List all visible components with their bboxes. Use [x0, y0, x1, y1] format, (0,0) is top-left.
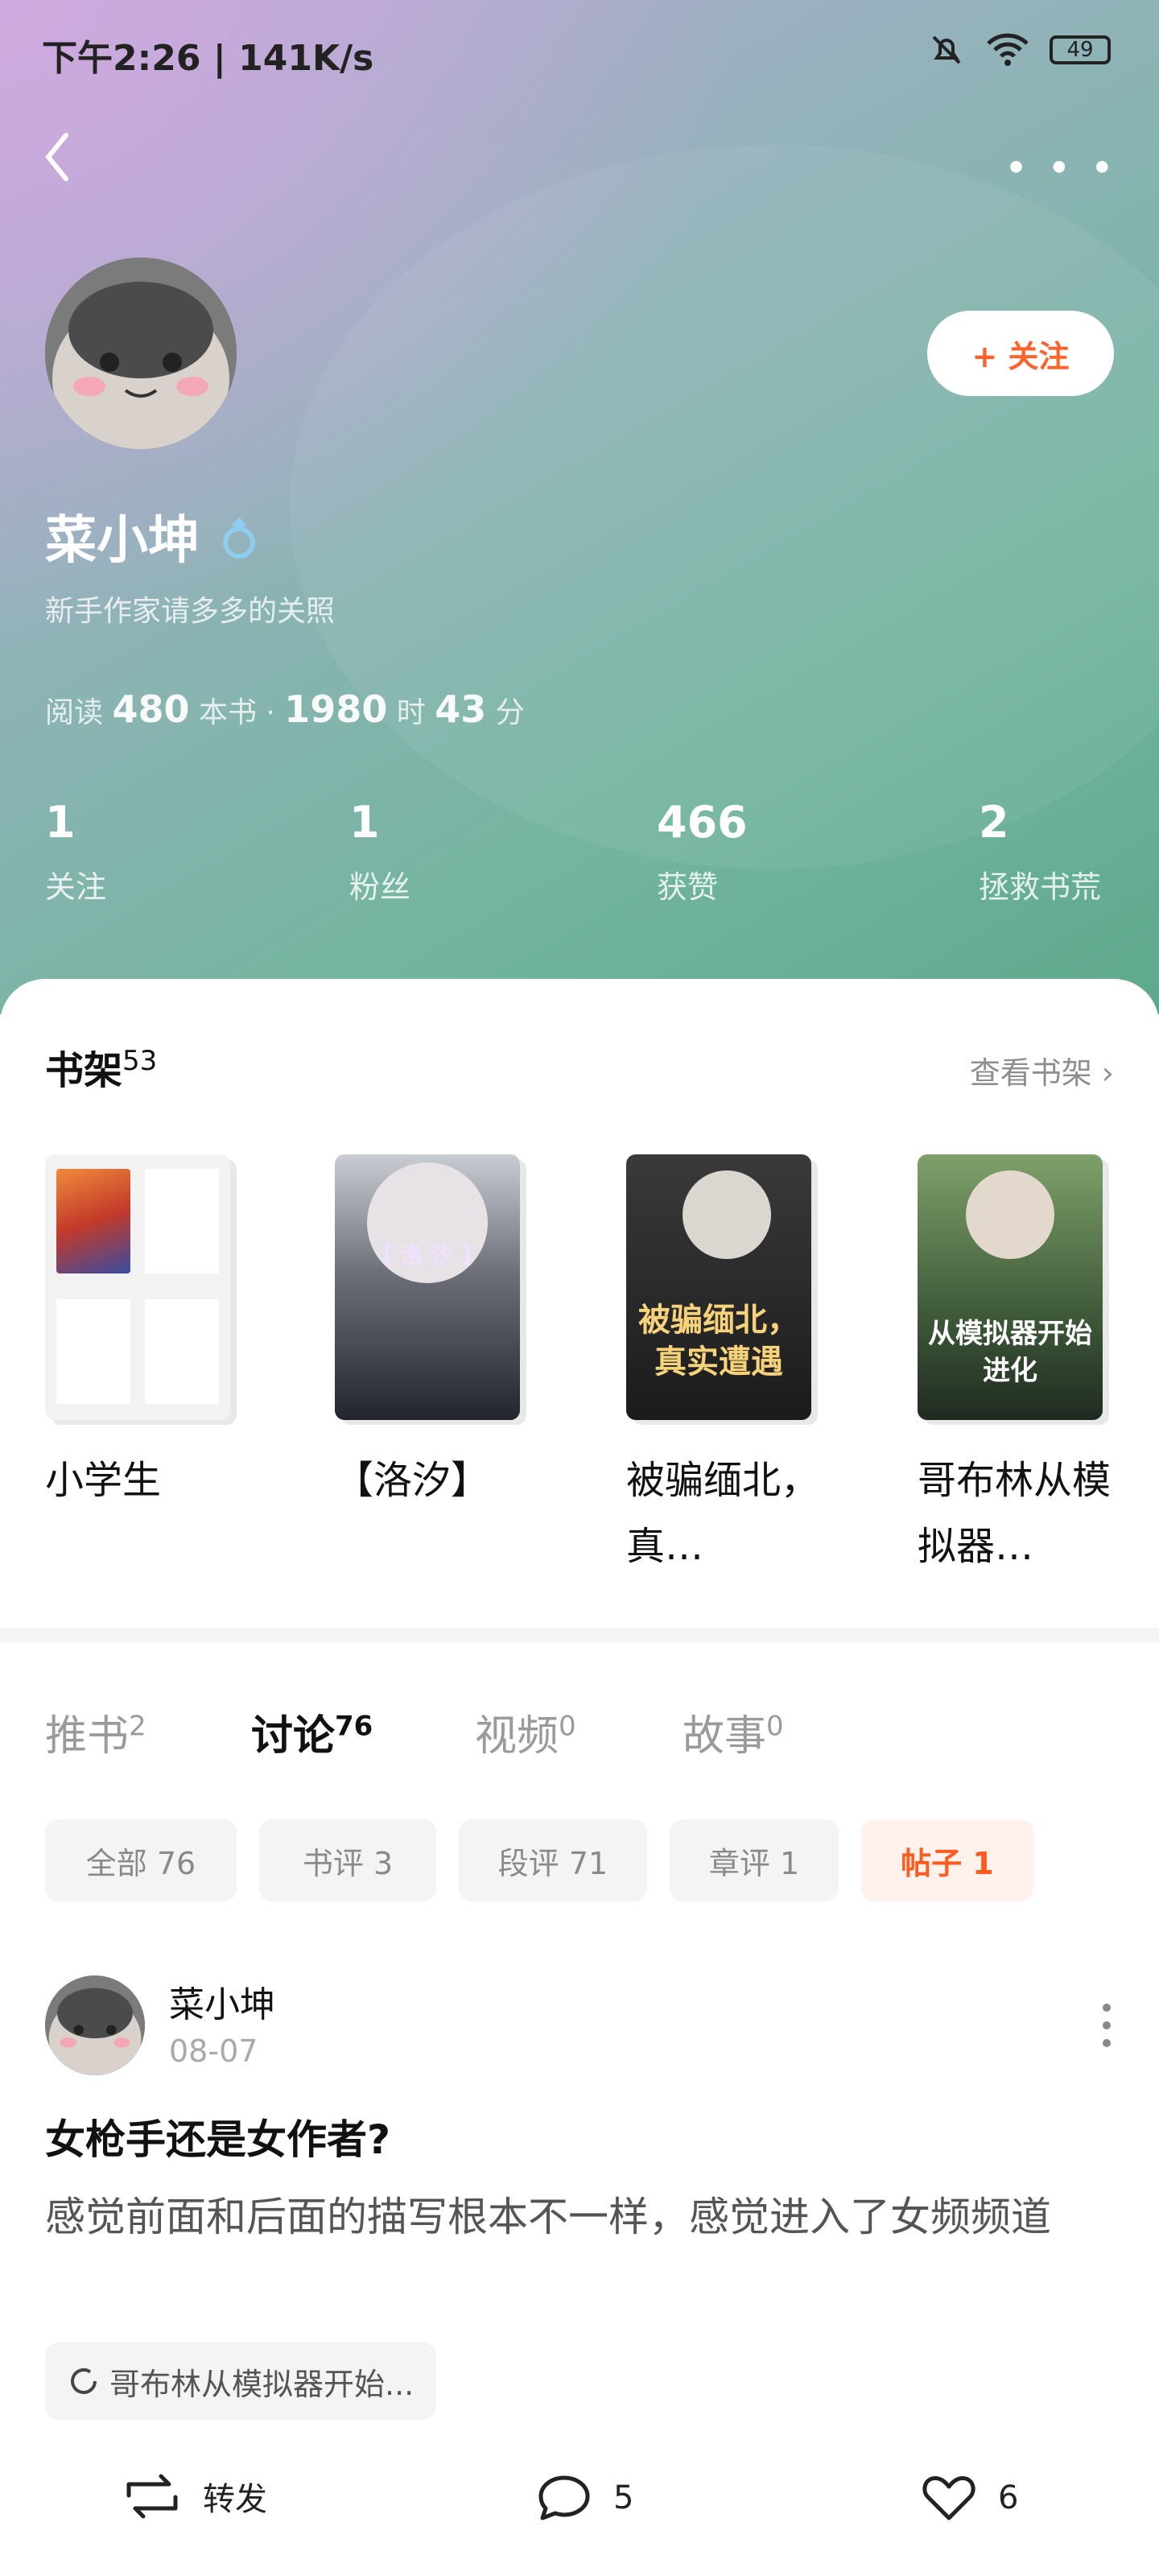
post-menu-icon[interactable] [1103, 2003, 1111, 2048]
view-shelf-link[interactable]: 查看书架 › [970, 1048, 1114, 1092]
status-icons: 49 [927, 31, 1111, 69]
more-options-icon[interactable]: • • • [1004, 145, 1117, 192]
book-title: 小学生 [45, 1458, 162, 1503]
reading-hours-unit: 时 [396, 696, 426, 729]
post-username[interactable]: 菜小坤 [169, 1975, 275, 2027]
profile-bio: 新手作家请多多的关照 [45, 595, 336, 628]
book-cover: 从模拟器开始进化 [918, 1154, 1103, 1420]
post-body[interactable]: 感觉前面和后面的描写根本不一样，感觉进入了女频频道 [45, 2183, 1107, 2251]
reading-stats: 阅读 480 本书 · 1980 时 43 分 [45, 687, 525, 731]
filter-posts[interactable]: 帖子 1 [861, 1819, 1033, 1901]
book-item[interactable]: 小学生 [45, 1154, 237, 1513]
tab-count: 2 [129, 1710, 146, 1743]
profile-name: 菜小坤 [45, 499, 259, 573]
stat-followers[interactable]: 1 粉丝 [349, 797, 410, 906]
book-cover: 【 洛 汐 】 [335, 1154, 520, 1420]
reading-books-unit: 本书 · [198, 696, 275, 729]
book-title: 被骗缅北，真… [626, 1458, 820, 1569]
like-count: 6 [998, 2479, 1019, 2516]
reading-minutes: 43 [435, 687, 487, 731]
stat-rescue[interactable]: 2 拯救书荒 [979, 797, 1101, 906]
filter-paragraph-review[interactable]: 段评 71 [459, 1819, 647, 1901]
filter-all[interactable]: 全部 76 [45, 1819, 237, 1901]
stat-value: 466 [657, 797, 748, 848]
repost-label: 转发 [203, 2481, 267, 2518]
profile-header: 下午2:26 | 141K/s 49 • • • + 关注 菜小坤 新手作家请多… [0, 0, 1159, 1014]
wifi-icon [987, 33, 1029, 66]
book-title: 【洛汐】 [335, 1458, 490, 1503]
comment-count: 5 [613, 2479, 634, 2516]
like-button[interactable]: 6 [921, 2473, 1018, 2523]
cover-text: 【 洛 汐 】 [370, 1242, 485, 1269]
cover-text: 被骗缅北，真实遭遇 [638, 1302, 799, 1381]
shelf-title-text: 书架 [45, 1048, 123, 1093]
avatar[interactable] [45, 258, 237, 449]
book-cover-grid [45, 1154, 230, 1420]
book-title: 哥布林从模拟器… [918, 1458, 1112, 1569]
tab-discussion[interactable]: 讨论76 [251, 1702, 373, 1762]
reading-hours: 1980 [284, 687, 388, 731]
tab-label: 视频 [475, 1712, 559, 1761]
tab-count: 0 [559, 1710, 576, 1743]
comment-button[interactable]: 5 [536, 2473, 633, 2523]
tab-label: 故事 [683, 1712, 767, 1761]
stat-label: 拯救书荒 [979, 869, 1102, 905]
follow-button[interactable]: + 关注 [927, 311, 1114, 396]
stat-likes[interactable]: 466 获赞 [657, 797, 748, 906]
tab-recommend[interactable]: 推书2 [45, 1702, 146, 1762]
stat-following[interactable]: 1 关注 [45, 797, 106, 906]
tab-label: 讨论 [251, 1712, 336, 1761]
book-cover: 被骗缅北，真实遭遇 [626, 1154, 811, 1420]
stat-value: 2 [979, 797, 1009, 848]
stat-value: 1 [45, 797, 76, 848]
status-time: 下午2:26 | 141K/s [42, 38, 374, 79]
comment-icon [538, 2475, 590, 2520]
section-divider [0, 1628, 1159, 1642]
tab-video[interactable]: 视频0 [475, 1702, 576, 1762]
repost-icon [126, 2474, 178, 2519]
loading-book-icon [71, 2368, 97, 2394]
tab-count: 0 [766, 1710, 784, 1743]
post-book-title: 哥布林从模拟器开始... [109, 2366, 415, 2402]
book-item[interactable]: 从模拟器开始进化 哥布林从模拟器… [918, 1154, 1111, 1579]
tab-story[interactable]: 故事0 [683, 1702, 784, 1762]
stat-label: 关注 [45, 869, 107, 905]
reading-books: 480 [112, 687, 190, 731]
cover-text: 从模拟器开始进化 [928, 1318, 1092, 1387]
book-item[interactable]: 被骗缅北，真实遭遇 被骗缅北，真… [626, 1154, 819, 1579]
ring-badge-icon [223, 517, 255, 559]
post-avatar[interactable] [45, 1975, 145, 2075]
stat-value: 1 [349, 797, 380, 848]
battery-icon: 49 [1050, 35, 1111, 64]
shelf-count: 53 [122, 1045, 158, 1077]
shelf-title: 书架53 [45, 1038, 157, 1095]
filter-chapter-review[interactable]: 章评 1 [670, 1819, 839, 1901]
book-item[interactable]: 【 洛 汐 】 【洛汐】 [335, 1154, 526, 1513]
username: 菜小坤 [45, 511, 200, 571]
stat-label: 获赞 [657, 869, 719, 905]
heart-icon [922, 2476, 975, 2520]
reading-prefix: 阅读 [45, 696, 104, 729]
post-title[interactable]: 女枪手还是女作者? [45, 2107, 390, 2165]
mute-bell-icon [932, 35, 961, 64]
repost-button[interactable]: 转发 [122, 2473, 267, 2520]
post-date: 08-07 [169, 2033, 258, 2069]
tab-count: 76 [335, 1710, 373, 1743]
filter-book-review[interactable]: 书评 3 [259, 1819, 436, 1901]
stat-label: 粉丝 [349, 869, 411, 905]
reading-minutes-unit: 分 [495, 696, 525, 729]
tab-label: 推书 [45, 1712, 130, 1761]
post-book-link[interactable]: 哥布林从模拟器开始... [45, 2343, 437, 2420]
back-arrow-icon[interactable] [42, 129, 74, 185]
